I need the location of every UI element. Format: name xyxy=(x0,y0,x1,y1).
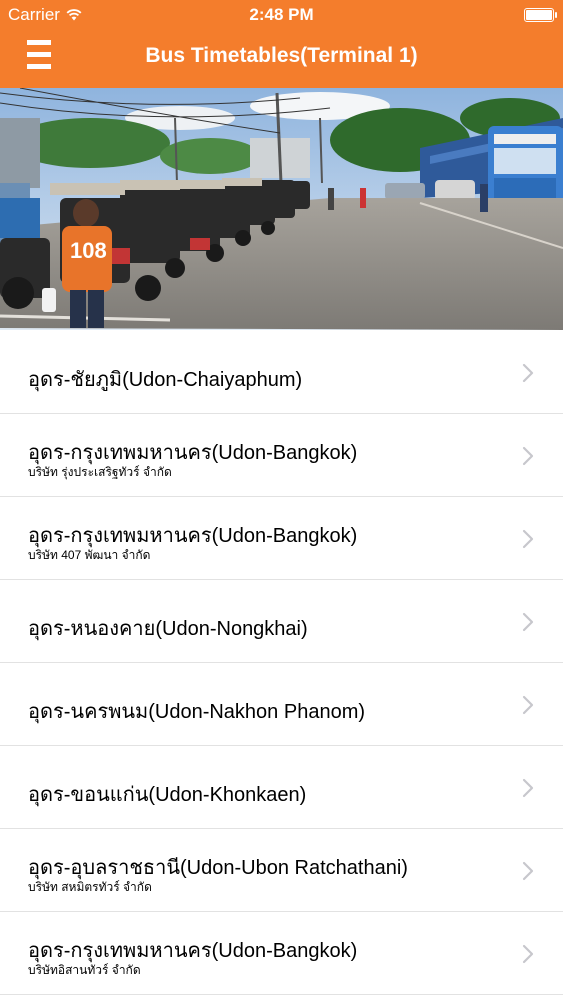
navigation-bar: Bus Timetables(Terminal 1) xyxy=(0,28,563,88)
chevron-right-icon xyxy=(522,695,534,715)
battery-icon xyxy=(524,8,557,22)
chevron-right-icon xyxy=(522,529,534,549)
route-operator: บริษัท รุ่งประเสริฐทัวร์ จำกัด xyxy=(28,465,172,479)
route-operator: บริษัท สหมิตรทัวร์ จำกัด xyxy=(28,880,152,894)
svg-text:108: 108 xyxy=(70,238,107,263)
route-row[interactable]: อุดร-กรุงเทพมหานคร(Udon-Bangkok) บริษัทอิ… xyxy=(0,912,563,995)
route-list: อุดร-ชัยภูมิ(Udon-Chaiyaphum) อุดร-กรุงเท… xyxy=(0,331,563,995)
route-row[interactable]: อุดร-ขอนแก่น(Udon-Khonkaen) xyxy=(0,746,563,829)
route-operator: บริษัท 407 พัฒนา จำกัด xyxy=(28,548,151,562)
route-row[interactable]: อุดร-กรุงเทพมหานคร(Udon-Bangkok) บริษัท ร… xyxy=(0,414,563,497)
chevron-right-icon xyxy=(522,363,534,383)
route-title: อุดร-หนองคาย(Udon-Nongkhai) xyxy=(28,618,308,640)
route-title: อุดร-ชัยภูมิ(Udon-Chaiyaphum) xyxy=(28,369,303,391)
route-operator: บริษัทอิสานทัวร์ จำกัด xyxy=(28,963,141,977)
route-row[interactable]: อุดร-กรุงเทพมหานคร(Udon-Bangkok) บริษัท 4… xyxy=(0,497,563,580)
route-row[interactable]: อุดร-อุบลราชธานี(Udon-Ubon Ratchathani) บ… xyxy=(0,829,563,912)
route-row[interactable]: อุดร-หนองคาย(Udon-Nongkhai) xyxy=(0,580,563,663)
bus-terminal-photo: 108 xyxy=(0,88,563,330)
chevron-right-icon xyxy=(522,612,534,632)
page-title: Bus Timetables(Terminal 1) xyxy=(145,44,418,67)
route-row[interactable]: อุดร-นครพนม(Udon-Nakhon Phanom) xyxy=(0,663,563,746)
app-header: Carrier 2:48 PM Bus Timetables(Terminal … xyxy=(0,0,563,88)
status-time: 2:48 PM xyxy=(249,5,314,24)
route-title: อุดร-นครพนม(Udon-Nakhon Phanom) xyxy=(28,701,366,723)
status-bar: Carrier 2:48 PM xyxy=(0,0,563,28)
chevron-right-icon xyxy=(522,944,534,964)
chevron-right-icon xyxy=(522,778,534,798)
chevron-right-icon xyxy=(522,446,534,466)
route-row[interactable]: อุดร-ชัยภูมิ(Udon-Chaiyaphum) xyxy=(0,331,563,414)
chevron-right-icon xyxy=(522,861,534,881)
route-title: อุดร-ขอนแก่น(Udon-Khonkaen) xyxy=(28,784,307,806)
